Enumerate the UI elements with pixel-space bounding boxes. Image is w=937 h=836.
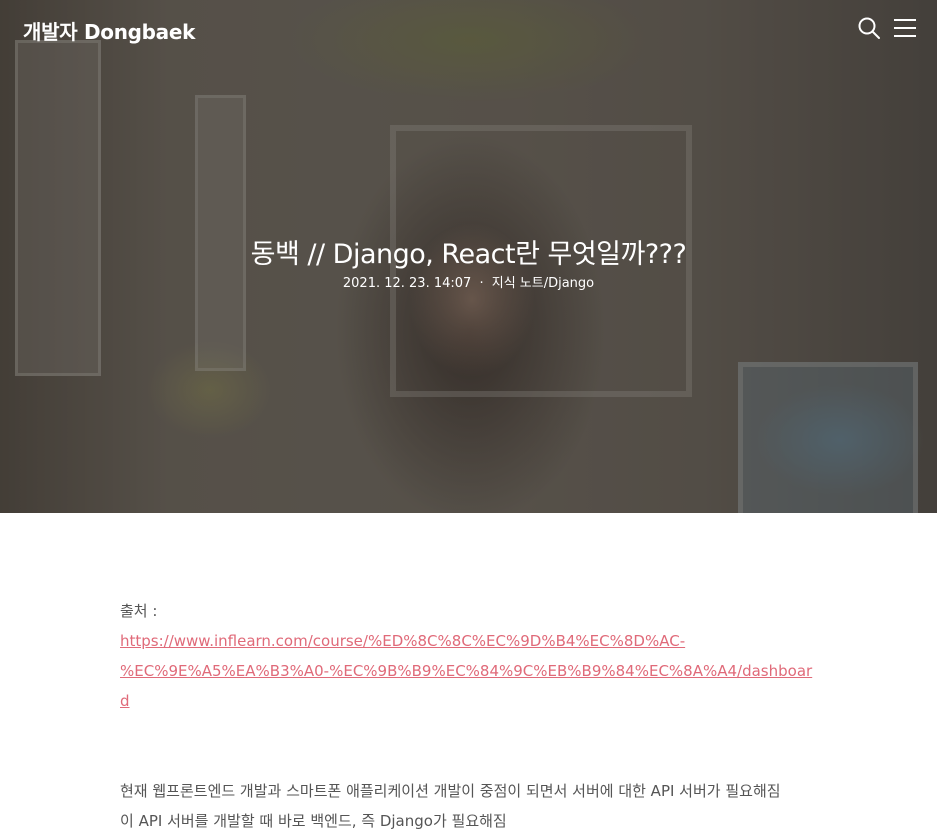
source-label: 출처 :: [120, 602, 158, 620]
post-hero-header: 개발자 Dongbaek 동백 // Django, React란 무엇일까??…: [0, 0, 937, 513]
article-body: 출처 : https://www.inflearn.com/course/%ED…: [120, 596, 820, 836]
post-category-link[interactable]: 지식 노트/Django: [492, 276, 594, 291]
search-button[interactable]: [855, 14, 883, 42]
post-meta: 2021. 12. 23. 14:07 · 지식 노트/Django: [0, 272, 937, 291]
meta-separator: ·: [479, 276, 484, 291]
source-link-block: https://www.inflearn.com/course/%ED%8C%8…: [120, 626, 820, 716]
post-date: 2021. 12. 23. 14:07: [342, 276, 472, 291]
article-paragraph: 현재 웹프론트엔드 개발과 스마트폰 애플리케이션 개발이 중점이 되면서 서버…: [120, 782, 781, 800]
article-paragraph: 이 API 서버를 개발할 때 바로 백엔드, 즉 Django가 필요해짐: [120, 812, 507, 830]
source-link-line2: %EC%9E%A5%EA%B3%A0-%EC%9B%B9%EC%84%9C%EB…: [120, 662, 813, 710]
search-icon: [858, 17, 880, 39]
blog-brand-link[interactable]: 개발자 Dongbaek: [23, 16, 195, 45]
post-title: 동백 // Django, React란 무엇일까???: [250, 239, 687, 271]
menu-button[interactable]: [891, 14, 919, 42]
source-link[interactable]: https://www.inflearn.com/course/%ED%8C%8…: [120, 632, 812, 710]
hamburger-menu-icon: [894, 19, 916, 37]
source-link-line1: https://www.inflearn.com/course/%ED%8C%8…: [120, 632, 686, 650]
